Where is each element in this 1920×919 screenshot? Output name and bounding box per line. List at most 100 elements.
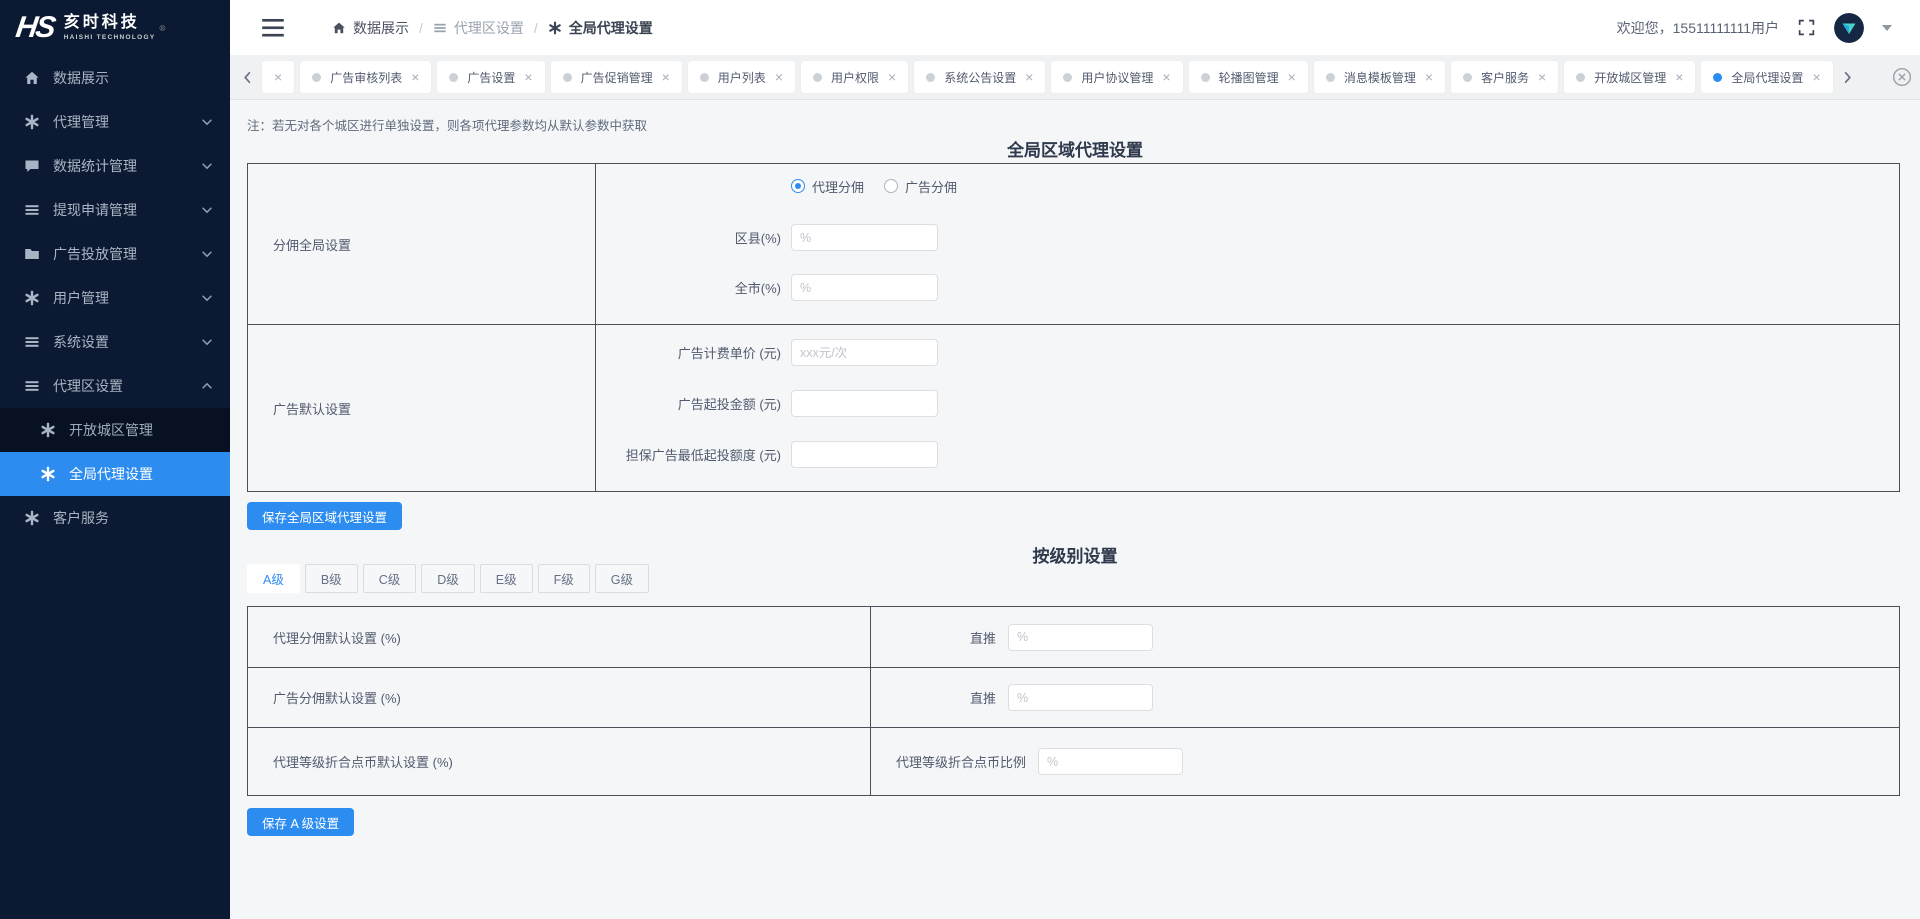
breadcrumb-item-agent-area[interactable]: 代理区设置 [433, 18, 524, 38]
tab-status-dot [1463, 72, 1473, 82]
guaranteed-ad-min-input[interactable] [791, 441, 938, 468]
sidebar-item-customer-service[interactable]: 客户服务 [0, 496, 230, 540]
tab-close-icon[interactable]: × [1675, 70, 1683, 84]
tab-global-agent-settings[interactable]: 全局代理设置 × [1701, 61, 1833, 93]
tab-close-icon[interactable]: × [662, 70, 670, 84]
asterisk-icon [24, 290, 40, 306]
tab-close-icon[interactable]: × [1288, 70, 1296, 84]
tab-carousel-management[interactable]: 轮播图管理 × [1188, 61, 1308, 93]
sidebar-item-withdrawal-management[interactable]: 提现申请管理 [0, 188, 230, 232]
ad-unit-price-input[interactable] [791, 339, 938, 366]
table-row: 代理分佣默认设置 (%) 直推 [248, 607, 1899, 667]
tab-user-agreement[interactable]: 用户协议管理 × [1051, 61, 1183, 93]
tab-close-icon[interactable]: × [274, 70, 282, 84]
tab-ad-review-list[interactable]: 广告审核列表 × [300, 61, 432, 93]
field-label: 广告计费单价 (元) [677, 346, 781, 361]
sidebar-item-user-management[interactable]: 用户管理 [0, 276, 230, 320]
tab-close-icon[interactable]: × [888, 70, 896, 84]
field-label: 直推 [969, 691, 996, 706]
chevron-down-icon [200, 335, 214, 349]
sidebar-item-agent-area-settings[interactable]: 代理区设置 [0, 364, 230, 408]
list-icon [24, 334, 40, 350]
table-row: 广告分佣默认设置 (%) 直推 [248, 667, 1899, 727]
asterisk-icon [24, 114, 40, 130]
level-tab-c[interactable]: C级 [362, 564, 417, 593]
tab-message-template[interactable]: 消息模板管理 × [1313, 61, 1446, 93]
level-tab-b[interactable]: B级 [304, 564, 358, 593]
sidebar-item-agent-management[interactable]: 代理管理 [0, 100, 230, 144]
tab-status-dot [813, 72, 822, 82]
sidebar-item-data-display[interactable]: 数据展示 [0, 56, 230, 100]
tab-close-icon[interactable]: × [411, 70, 419, 84]
tab-open-city-management[interactable]: 开放城区管理 × [1564, 61, 1696, 93]
row-label: 广告默认设置 [248, 325, 596, 491]
level-tab-f[interactable]: F级 [537, 564, 590, 593]
tabs-scroll-left-button[interactable] [238, 63, 256, 91]
level-tabs: A级 B级 C级 D级 E级 F级 G级 [247, 564, 654, 593]
agent-commission-direct-input[interactable] [1008, 623, 1153, 651]
section-title-region: 全局区域代理设置 [1007, 141, 1143, 160]
tab-close-icon[interactable]: × [1425, 70, 1433, 84]
tab-customer-service[interactable]: 客户服务 × [1451, 61, 1559, 93]
level-tab-a[interactable]: A级 [247, 564, 300, 593]
level-tab-d[interactable]: D级 [421, 564, 475, 593]
field-label: 担保广告最低起投额度 (元) [625, 448, 781, 463]
tab-close-icon[interactable]: × [1025, 70, 1033, 84]
table-row: 广告默认设置 广告计费单价 (元) 广告起投金额 (元) 担保广告最低起投额度 … [248, 324, 1899, 491]
caret-down-icon[interactable] [1882, 24, 1892, 31]
ad-commission-direct-input[interactable] [1008, 684, 1153, 711]
tab-system-announcement[interactable]: 系统公告设置 × [914, 61, 1046, 93]
ad-min-amount-input[interactable] [791, 390, 938, 417]
note-text: 注：若无对各个城区进行单独设置，则各项代理参数均从默认参数中获取 [247, 119, 648, 133]
level-tab-g[interactable]: G级 [594, 564, 649, 593]
region-settings-table: 分佣全局设置 代理分佣 广告分佣 区县(%) % 全市(%) % 广告默认设置 … [247, 163, 1900, 492]
open-tabs-bar: × 广告审核列表 × 广告设置 × 广告促销管理 × 用户列表 × 用户权限 ×… [230, 55, 1920, 100]
radio-ad-commission[interactable]: 广告分佣 [884, 177, 957, 196]
tab-ad-promotion[interactable]: 广告促销管理 × [550, 61, 682, 93]
sidebar-item-data-statistics[interactable]: 数据统计管理 [0, 144, 230, 188]
sidebar-item-global-agent-settings[interactable]: 全局代理设置 [0, 452, 230, 496]
fullscreen-icon[interactable] [1797, 18, 1816, 37]
tab-status-dot [1713, 72, 1723, 82]
city-percent-input[interactable] [791, 274, 938, 301]
sidebar-menu: 数据展示 代理管理 数据统计管理 提现申请管理 广告投放管理 用户管理 系统设置… [0, 56, 230, 540]
close-all-tabs-icon[interactable] [1892, 67, 1912, 87]
agent-level-coin-ratio-input[interactable] [1038, 748, 1183, 775]
tab-close-icon[interactable]: × [775, 70, 783, 84]
sidebar: HS 亥时科技 HAISHI TECHNOLOGY ® 数据展示 代理管理 数据… [0, 0, 230, 919]
row-label: 代理分佣默认设置 (%) [248, 607, 871, 667]
avatar[interactable] [1834, 12, 1864, 43]
tab-user-permissions[interactable]: 用户权限 × [801, 61, 909, 93]
county-percent-input[interactable] [791, 224, 938, 251]
tab-close-icon[interactable]: × [1538, 70, 1546, 84]
list-icon [24, 378, 40, 394]
breadcrumb-separator: / [533, 19, 538, 36]
tab-close-icon[interactable]: × [524, 70, 532, 84]
brand-title: 亥时科技 [63, 13, 140, 31]
level-tab-e[interactable]: E级 [479, 564, 533, 593]
field-label: 全市(%) [734, 281, 781, 296]
tab-user-list[interactable]: 用户列表 × [687, 61, 795, 93]
hamburger-menu-icon[interactable] [262, 19, 284, 37]
radio-circle-icon [884, 179, 899, 193]
tab-status-dot [1200, 72, 1210, 82]
field-label: 广告起投金额 (元) [677, 397, 781, 412]
breadcrumb-item-data-display[interactable]: 数据展示 [332, 18, 409, 38]
sidebar-item-ad-placement[interactable]: 广告投放管理 [0, 232, 230, 276]
sidebar-item-open-city-management[interactable]: 开放城区管理 [0, 408, 230, 452]
tab-status-dot [562, 72, 572, 82]
tab-close-icon[interactable]: × [1812, 70, 1820, 84]
tab-ad-settings[interactable]: 广告设置 × [437, 61, 545, 93]
tab-close-icon[interactable]: × [1162, 70, 1170, 84]
folder-icon [24, 246, 40, 262]
main-content: 注：若无对各个城区进行单独设置，则各项代理参数均从默认参数中获取 全局区域代理设… [230, 100, 1920, 919]
save-region-settings-button[interactable]: 保存全局区域代理设置 [247, 502, 403, 530]
tab-partial[interactable]: × [262, 61, 295, 93]
save-level-settings-button[interactable]: 保存 A 级设置 [247, 808, 355, 836]
tab-status-dot [926, 72, 936, 82]
sidebar-item-system-settings[interactable]: 系统设置 [0, 320, 230, 364]
radio-agent-commission[interactable]: 代理分佣 [791, 177, 864, 196]
tabs-scroll-right-button[interactable] [1839, 63, 1857, 91]
asterisk-icon [40, 422, 56, 438]
tab-status-dot [699, 72, 709, 82]
